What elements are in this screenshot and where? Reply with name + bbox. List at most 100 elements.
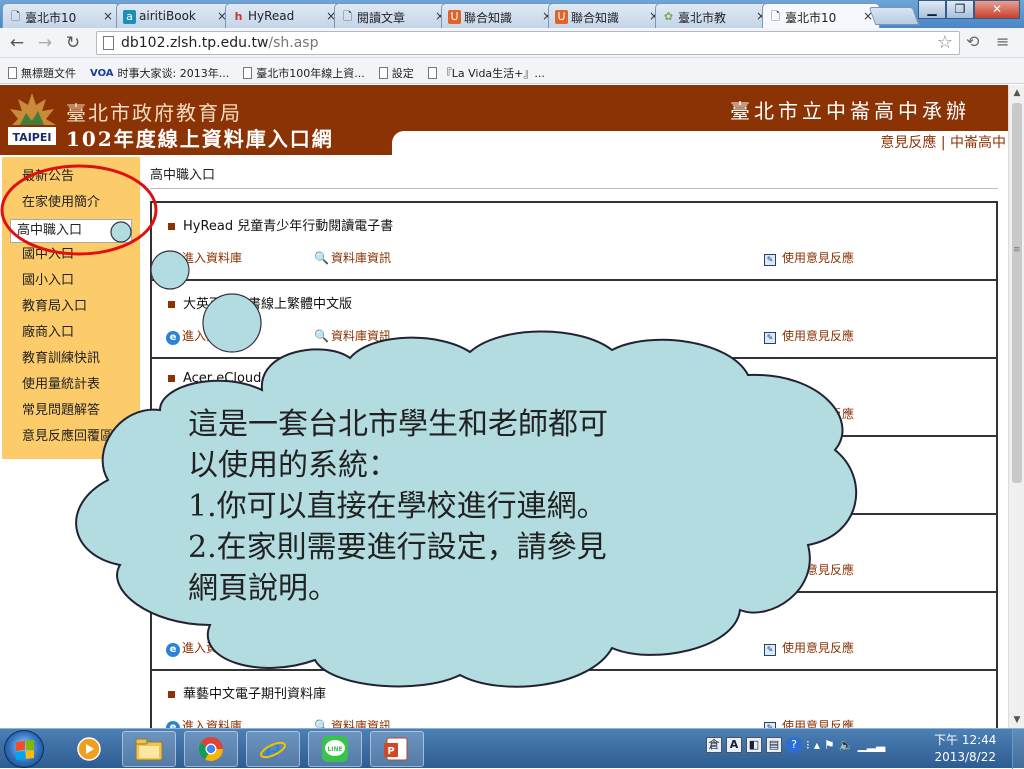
- feedback-link[interactable]: ✎ 使用意見反應: [764, 561, 854, 578]
- bookmark-item[interactable]: VOA 时事大家谈: 2013年...: [90, 63, 229, 83]
- browser-tab[interactable]: h HyRead ×: [225, 3, 343, 28]
- page-viewport: TAIPEI 臺北市政府教育局 102年度線上資料庫入口網 臺北市立中崙高中承辦…: [0, 85, 1008, 728]
- sidebar-item-announcements[interactable]: 最新公告: [2, 167, 140, 193]
- ime-settings-icon[interactable]: ⁝: [806, 738, 810, 752]
- database-info-link[interactable]: 🔍 資料庫資訊: [314, 327, 391, 344]
- tray-expand-icon[interactable]: ▴: [814, 738, 820, 752]
- sidebar-item-senior-high[interactable]: 高中職入口: [2, 219, 140, 245]
- ime-keyboard-icon[interactable]: ▤: [766, 737, 782, 753]
- bookmark-item[interactable]: 『La Vida生活+』...: [427, 63, 545, 83]
- sidebar-item-vendors[interactable]: 廠商入口: [2, 323, 140, 349]
- link-label: 資料庫資訊: [330, 329, 391, 343]
- ie-icon[interactable]: e: [246, 731, 300, 767]
- browser-tab-active[interactable]: 🗋 臺北市10 ×: [762, 3, 880, 29]
- browser-tab[interactable]: U 聯合知識 ×: [441, 3, 559, 28]
- sidebar-item-elementary[interactable]: 國小入口: [2, 271, 140, 297]
- bullet-square-icon: [168, 531, 175, 538]
- explorer-icon[interactable]: [122, 731, 176, 767]
- database-info-link[interactable]: 🔍 資料庫資訊: [314, 717, 391, 728]
- link-label: 進入資料庫: [182, 329, 243, 343]
- feedback-link[interactable]: ✎ 使用意見反應: [764, 483, 854, 500]
- feedback-link[interactable]: ✎ 使用意見反應: [764, 717, 854, 728]
- minimize-icon[interactable]: ▁: [918, 0, 946, 19]
- reload-icon[interactable]: ↻: [62, 32, 84, 54]
- bookmark-item[interactable]: 臺北市100年線上資...: [243, 63, 365, 83]
- network-signal-icon[interactable]: ▁▂▃: [858, 738, 886, 752]
- school-link[interactable]: 中崙高中: [950, 135, 1006, 151]
- enter-database-link[interactable]: e 進入資料庫: [166, 639, 242, 657]
- browser-tab[interactable]: ✿ 臺北市教 ×: [655, 3, 773, 28]
- feedback-link[interactable]: ✎ 使用意見反應: [764, 327, 854, 344]
- feedback-link[interactable]: ✎ 使用意見反應: [764, 249, 854, 266]
- magnifier-icon: 🔍: [314, 719, 329, 728]
- powerpoint-icon[interactable]: P: [370, 731, 424, 767]
- sidebar-item-label: 廠商入口: [22, 325, 75, 340]
- ime-width-icon[interactable]: ◧: [746, 737, 762, 753]
- sidebar-item-usage-stats[interactable]: 使用量統計表: [2, 375, 140, 401]
- enter-database-link[interactable]: e 進入資料庫: [166, 483, 242, 501]
- tab-label: 臺北市教: [678, 11, 727, 25]
- database-info-link[interactable]: 🔍 資料庫資訊: [314, 639, 391, 656]
- media-player-icon[interactable]: [62, 731, 116, 767]
- browser-tab[interactable]: 🗋 臺北市10 ×: [2, 3, 120, 28]
- feedback-link[interactable]: ✎ 使用意見反應: [764, 405, 854, 422]
- bookmark-star-icon[interactable]: ☆: [937, 32, 953, 53]
- database-info-link[interactable]: 🔍 資料庫資訊: [314, 483, 391, 500]
- back-arrow-icon[interactable]: ←: [6, 32, 28, 54]
- show-desktop-button[interactable]: [1012, 729, 1024, 769]
- database-info-link[interactable]: 🔍 資料庫資訊: [314, 561, 391, 578]
- sidebar-item-label: 高中職入口: [10, 219, 132, 243]
- database-info-link[interactable]: 🔍 資料庫資訊: [314, 405, 391, 422]
- bookmark-item[interactable]: 無標題文件: [8, 63, 76, 83]
- sidebar-item-junior-high[interactable]: 國中入口: [2, 245, 140, 271]
- feedback-link[interactable]: 意見反應: [880, 135, 936, 151]
- browser-tab[interactable]: U 聯合知識 ×: [548, 3, 666, 28]
- start-button[interactable]: [4, 730, 44, 768]
- sidebar-item-faq[interactable]: 常見問題解答: [2, 401, 140, 427]
- sidebar-item-feedback-replies[interactable]: 意見反應回覆區: [2, 427, 140, 453]
- extension-icon[interactable]: ⟲: [966, 32, 979, 51]
- menu-icon[interactable]: ≡: [996, 32, 1009, 51]
- sidebar-item-training[interactable]: 教育訓練快訊: [2, 349, 140, 375]
- page-icon: 🗋: [11, 10, 20, 23]
- enter-database-link[interactable]: e 進入資料庫: [166, 405, 242, 423]
- clock[interactable]: 下午 12:44 2013/8/22: [934, 732, 996, 766]
- database-name: [168, 527, 183, 542]
- enter-database-link[interactable]: e 進入資料庫: [166, 561, 242, 579]
- help-icon[interactable]: ?: [786, 737, 802, 753]
- ime-language-icon[interactable]: A: [726, 737, 742, 753]
- url-path: /sh.asp: [268, 35, 319, 51]
- ie-icon: e: [166, 331, 180, 345]
- chrome-icon[interactable]: [184, 731, 238, 767]
- browser-tab[interactable]: 🗋 閱讀文章 ×: [334, 3, 452, 28]
- maximize-icon[interactable]: ❐: [946, 0, 974, 19]
- feedback-link[interactable]: ✎ 使用意見反應: [764, 639, 854, 656]
- action-center-flag-icon[interactable]: ⚑: [824, 738, 835, 752]
- magnifier-icon: 🔍: [314, 407, 329, 421]
- volume-icon[interactable]: 🔈: [839, 738, 854, 752]
- vertical-scrollbar[interactable]: ▲ ≡ ▼: [1008, 85, 1024, 728]
- scroll-down-icon[interactable]: ▼: [1009, 712, 1024, 728]
- enter-database-link[interactable]: e 進入資料庫: [166, 327, 242, 345]
- database-name: 華藝中文電子期刊資料庫: [168, 683, 326, 702]
- bookmark-item[interactable]: 設定: [378, 63, 414, 83]
- ime-mode-icon[interactable]: 倉: [706, 737, 722, 753]
- sidebar-item-education-bureau[interactable]: 教育局入口: [2, 297, 140, 323]
- database-info-link[interactable]: 🔍 資料庫資訊: [314, 249, 391, 266]
- close-icon[interactable]: ✕: [974, 0, 1020, 19]
- enter-database-link[interactable]: e 進入資料庫: [166, 249, 242, 267]
- browser-tab[interactable]: a airitiBook ×: [116, 3, 234, 28]
- page-icon: [378, 67, 388, 79]
- address-bar[interactable]: db102.zlsh.tp.edu.tw/sh.asp ☆: [96, 31, 960, 55]
- scroll-up-icon[interactable]: ▲: [1009, 85, 1024, 101]
- page-icon: [8, 67, 17, 79]
- tab-close-icon[interactable]: ×: [103, 9, 113, 23]
- new-tab-button[interactable]: [868, 7, 920, 25]
- enter-database-link[interactable]: e 進入資料庫: [166, 717, 242, 728]
- sidebar-item-home-use[interactable]: 在家使用簡介: [2, 193, 140, 219]
- svg-text:e: e: [265, 735, 280, 763]
- forward-arrow-icon[interactable]: →: [34, 32, 56, 54]
- link-label: 進入資料庫: [182, 485, 243, 499]
- line-icon[interactable]: LINE: [308, 731, 362, 767]
- scroll-thumb[interactable]: [1012, 103, 1022, 483]
